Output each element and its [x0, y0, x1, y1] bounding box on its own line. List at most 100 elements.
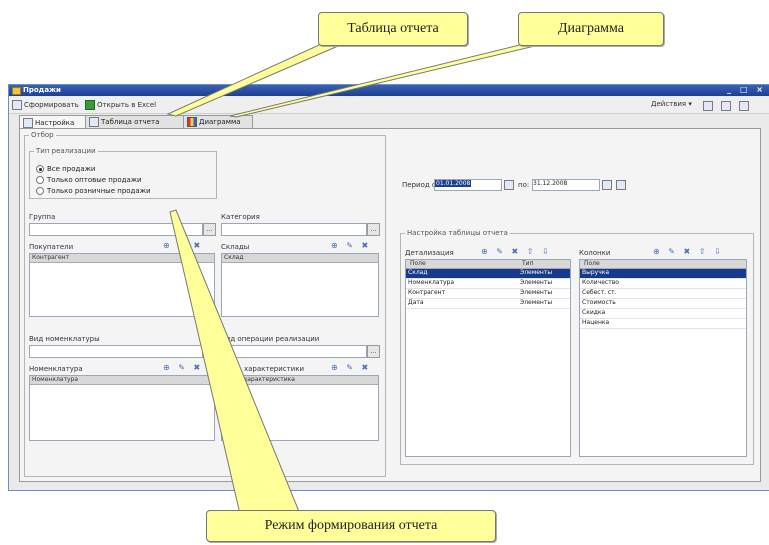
measures-item: Наценка [582, 319, 610, 326]
nom-type-label: Вид номенклатуры [29, 335, 100, 343]
category-label: Категория [221, 213, 260, 221]
period-to-value: 31.12.2008 [533, 180, 568, 187]
toolbar: Сформировать Открыть в Excel Действия ▾ [9, 97, 769, 114]
period-from-field[interactable]: 01.01.2008 [434, 179, 502, 191]
nomenclature-column: Номенклатура [32, 376, 78, 383]
radio-wholesale-label: Только оптовые продажи [47, 176, 142, 184]
group-field[interactable] [29, 223, 203, 236]
measures-column: Поле [584, 260, 600, 267]
calendar-icon[interactable] [602, 180, 612, 190]
actions-menu[interactable]: Действия ▾ [651, 100, 692, 108]
filter-group: Отбор Тип реализации Все продажи Только … [24, 131, 386, 477]
measures-item: Стоимость [582, 299, 616, 306]
period-to-field[interactable]: 31.12.2008 [532, 179, 600, 191]
nomenclature-tools[interactable]: ⊕ ✎ ✖ [163, 363, 203, 372]
buyers-label: Покупатели [29, 243, 74, 251]
measures-tools[interactable]: ⊕ ✎ ✖ ⇧ ⇩ [653, 247, 724, 256]
tab-report-table[interactable]: Таблица отчета [85, 115, 185, 128]
report-window: Продажи _ □ × Сформировать Открыть в Exc… [8, 84, 769, 491]
tab-report-table-label: Таблица отчета [101, 118, 160, 126]
dims-row[interactable]: Контрагент Элементы [406, 289, 570, 299]
calendar-icon[interactable] [504, 180, 514, 190]
measures-list-header: Поле [580, 260, 746, 269]
dims-row[interactable]: Дата Элементы [406, 299, 570, 309]
special-list[interactable]: Спец. характеристика [221, 375, 379, 441]
radio-wholesale[interactable]: Только оптовые продажи [36, 176, 142, 184]
stores-tools[interactable]: ⊕ ✎ ✖ [331, 241, 371, 250]
special-tools[interactable]: ⊕ ✎ ✖ [331, 363, 371, 372]
group-label: Группа [29, 213, 56, 221]
dims-field: Номенклатура [408, 279, 454, 286]
generate-button[interactable]: Сформировать [12, 100, 79, 110]
buyers-tools[interactable]: ⊕ ✎ ✖ [163, 241, 203, 250]
tab-chart[interactable]: Диаграмма [183, 115, 253, 128]
radio-all-sales-label: Все продажи [47, 165, 96, 173]
help-icon[interactable] [739, 101, 749, 111]
measures-row[interactable]: Количество [580, 279, 746, 289]
measures-item: Выручка [582, 269, 610, 276]
dims-list-header: Поле Тип [406, 260, 570, 269]
tab-settings-label: Настройка [35, 118, 75, 127]
sales-type-group: Тип реализации Все продажи Только оптовы… [29, 147, 217, 199]
filter-legend: Отбор [31, 131, 54, 139]
stores-label: Склады [221, 243, 250, 251]
measures-row[interactable]: Скидка [580, 309, 746, 319]
nomenclature-list-header: Номенклатура [30, 376, 214, 385]
dims-row[interactable]: Склад Элементы [406, 269, 570, 279]
nomenclature-list[interactable]: Номенклатура [29, 375, 215, 441]
radio-retail-label: Только розничные продажи [47, 187, 151, 195]
generate-label: Сформировать [24, 101, 79, 109]
dims-field: Контрагент [408, 289, 446, 296]
callout-report-table: Таблица отчета [318, 12, 468, 46]
dims-type: Элементы [520, 269, 553, 276]
period-from-value: 01.01.2008 [435, 180, 472, 187]
radio-retail[interactable]: Только розничные продажи [36, 187, 151, 195]
dims-column-field: Поле [410, 260, 426, 267]
stores-list[interactable]: Склад [221, 253, 379, 317]
special-column: Спец. характеристика [224, 376, 295, 383]
sale-type-field[interactable] [221, 345, 367, 358]
measures-row[interactable]: Выручка [580, 269, 746, 279]
tab-chart-label: Диаграмма [199, 118, 241, 126]
excel-icon [85, 100, 95, 110]
dims-type: Элементы [520, 289, 553, 296]
measures-row[interactable]: Себест. ст. [580, 289, 746, 299]
sale-type-label: Вид операции реализации [221, 335, 320, 343]
settings-panel: Отбор Тип реализации Все продажи Только … [19, 128, 761, 482]
sale-type-select-button[interactable]: … [367, 345, 380, 358]
title-bar: Продажи _ □ × [9, 85, 769, 96]
category-select-button[interactable]: … [367, 223, 380, 236]
window-title: Продажи [23, 86, 61, 94]
settings-tab-icon [23, 117, 33, 128]
buyers-column: Контрагент [32, 254, 70, 261]
dims-tools[interactable]: ⊕ ✎ ✖ ⇧ ⇩ [481, 247, 552, 256]
stores-list-header: Склад [222, 254, 378, 263]
nom-type-select-button[interactable]: … [203, 345, 216, 358]
open-excel-button[interactable]: Открыть в Excel [85, 100, 156, 110]
report-settings-legend: Настройка таблицы отчета [407, 229, 508, 237]
measures-row[interactable]: Наценка [580, 319, 746, 329]
app-icon [12, 87, 21, 95]
save-icon[interactable] [721, 101, 731, 111]
radio-all-sales[interactable]: Все продажи [36, 165, 95, 173]
dims-row[interactable]: Номенклатура Элементы [406, 279, 570, 289]
buyers-list[interactable]: Контрагент [29, 253, 215, 317]
sales-type-legend: Тип реализации [36, 147, 96, 155]
dims-field: Склад [408, 269, 428, 276]
special-label: Спец. характеристики [221, 365, 305, 373]
tab-settings[interactable]: Настройка [19, 115, 87, 129]
dims-column-type: Тип [522, 260, 534, 267]
measures-list[interactable]: Поле Выручка Количество Себест. ст. Стои… [579, 259, 747, 457]
group-select-button[interactable]: … [203, 223, 216, 236]
radio-dot [36, 187, 44, 195]
window-controls[interactable]: _ □ × [727, 85, 766, 94]
settings-icon[interactable] [703, 101, 713, 111]
nom-type-field[interactable] [29, 345, 203, 358]
measures-row[interactable]: Стоимость [580, 299, 746, 309]
period-select-icon[interactable] [616, 180, 626, 190]
dims-list[interactable]: Поле Тип Склад Элементы Номенклатура Эле… [405, 259, 571, 457]
category-field[interactable] [221, 223, 367, 236]
dims-type: Элементы [520, 299, 553, 306]
table-icon [89, 117, 99, 127]
period-to-label: по: [518, 181, 530, 189]
